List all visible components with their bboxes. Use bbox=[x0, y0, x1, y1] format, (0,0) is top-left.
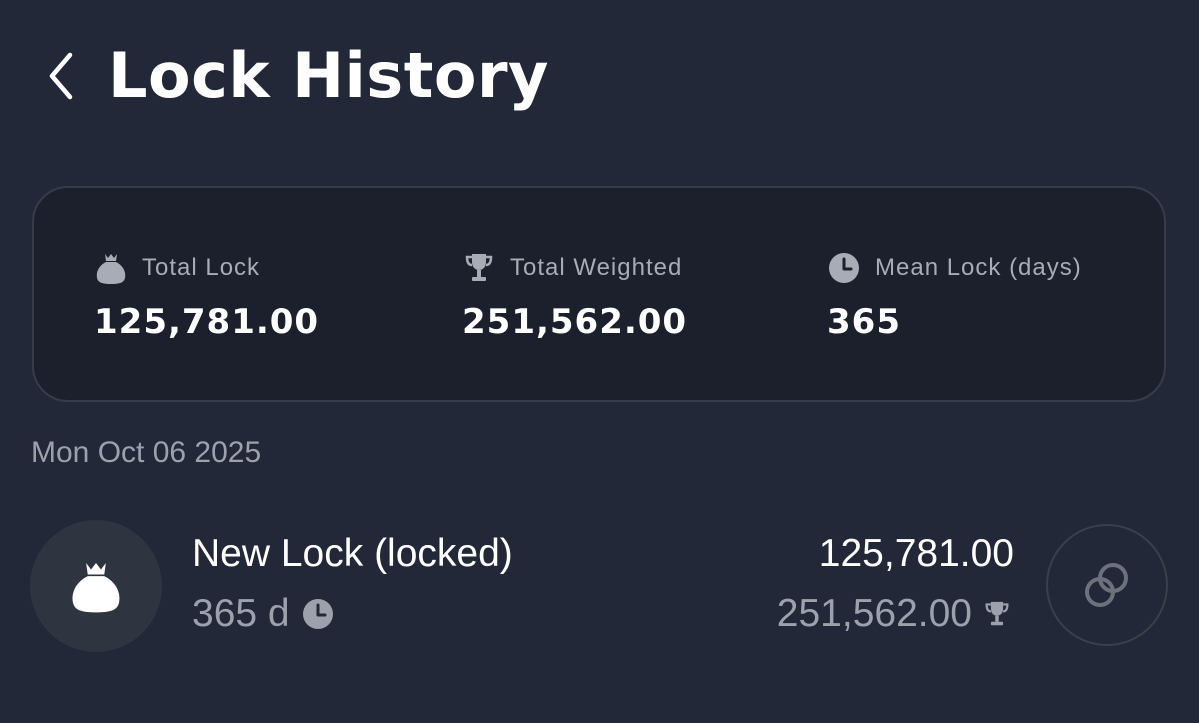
chevron-left-icon bbox=[49, 52, 73, 100]
stat-value: 251,562.00 bbox=[462, 302, 688, 342]
link-icon bbox=[1085, 563, 1128, 607]
page-header: Lock History bbox=[0, 0, 1199, 150]
stat-label: Mean Lock (days) bbox=[875, 254, 1082, 281]
money-bag-icon bbox=[72, 562, 120, 613]
page-title: Lock History bbox=[108, 39, 549, 112]
lock-history-row[interactable]: New Lock (locked) 365 d 125,781.00 251,5… bbox=[30, 520, 1170, 652]
stat-mean-lock: Mean Lock (days) 365 bbox=[827, 248, 1082, 342]
stat-value: 365 bbox=[827, 302, 901, 342]
money-bag-icon bbox=[94, 251, 128, 285]
stat-label: Total Lock bbox=[142, 254, 261, 281]
stat-value: 125,781.00 bbox=[94, 302, 320, 342]
stat-total-weighted: Total Weighted 251,562.00 bbox=[462, 248, 687, 342]
lock-duration: 365 d bbox=[192, 592, 334, 636]
clock-icon bbox=[827, 251, 861, 285]
stat-label: Total Weighted bbox=[510, 254, 683, 281]
lock-amount: 125,781.00 bbox=[818, 532, 1014, 575]
lock-weighted: 251,562.00 bbox=[777, 592, 1014, 636]
summary-card: Total Lock 125,781.00 Total Weighted 251… bbox=[32, 186, 1166, 402]
lock-avatar bbox=[30, 520, 162, 652]
lock-title: New Lock (locked) bbox=[192, 532, 513, 575]
history-date: Mon Oct 06 2025 bbox=[31, 436, 262, 469]
lock-weighted-value: 251,562.00 bbox=[776, 592, 972, 635]
clock-icon bbox=[302, 598, 334, 630]
back-button[interactable] bbox=[38, 46, 84, 106]
view-transaction-button[interactable] bbox=[1046, 524, 1168, 646]
stat-total-lock: Total Lock 125,781.00 bbox=[94, 248, 319, 342]
trophy-icon bbox=[984, 598, 1014, 630]
lock-duration-value: 365 d bbox=[192, 592, 290, 635]
trophy-icon bbox=[462, 251, 496, 285]
